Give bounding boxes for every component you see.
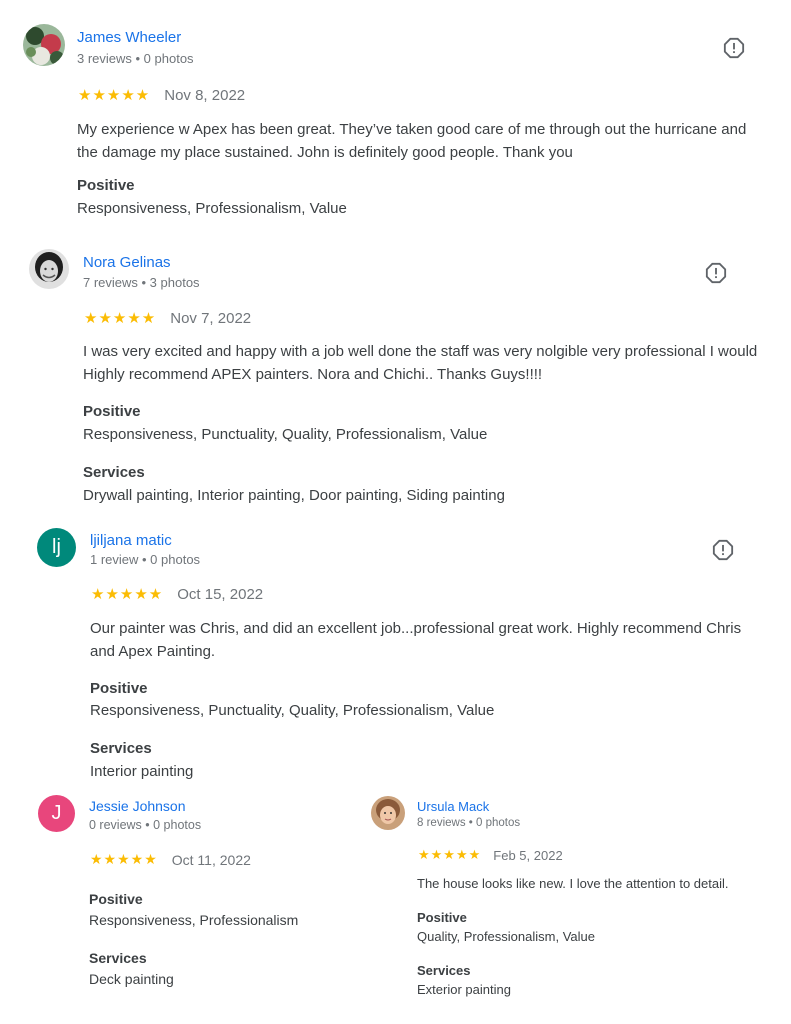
reviewer-avatar[interactable]	[23, 24, 65, 66]
rating-row: ★★★★★ Nov 7, 2022	[84, 309, 252, 328]
review-date: Nov 7, 2022	[170, 309, 252, 327]
positive-label: Positive	[90, 680, 148, 697]
reviewer-meta: 0 reviews • 0 photos	[89, 818, 202, 832]
review-card: lj ljiljana matic 1 review • 0 photos ★★…	[37, 528, 763, 788]
positive-attributes: Quality, Professionalism, Value	[417, 929, 595, 944]
services-list: Deck painting	[89, 971, 174, 987]
review-card: Ursula Mack 8 reviews • 0 photos ★★★★★ F…	[371, 796, 771, 1006]
review-text: My experience w Apex has been great. The…	[77, 121, 747, 161]
review-text: The house looks like new. I love the att…	[417, 876, 729, 891]
rating-row: ★★★★★ Oct 15, 2022	[91, 585, 264, 604]
review-date: Oct 11, 2022	[171, 851, 251, 868]
review-card: Nora Gelinas 7 reviews • 3 photos ★★★★★ …	[29, 249, 763, 509]
positive-attributes: Responsiveness, Punctuality, Quality, Pr…	[90, 702, 495, 719]
photo-avatar-icon	[29, 249, 69, 289]
services-list: Drywall painting, Interior painting, Doo…	[83, 487, 505, 504]
star-rating: ★★★★★	[84, 310, 157, 327]
rating-row: ★★★★★ Nov 8, 2022	[78, 86, 246, 105]
reviewer-name[interactable]: Jessie Johnson	[89, 798, 186, 814]
review-date: Oct 15, 2022	[177, 585, 264, 603]
report-review-button[interactable]	[705, 262, 727, 284]
avatar-initial: lj	[52, 536, 61, 558]
positive-attributes: Responsiveness, Professionalism	[89, 912, 299, 928]
reviewer-avatar[interactable]: J	[38, 795, 75, 832]
reviewer-avatar[interactable]: lj	[37, 528, 76, 567]
reviewer-avatar[interactable]	[29, 249, 69, 289]
report-flag-icon	[723, 37, 745, 59]
reviewer-meta: 8 reviews • 0 photos	[417, 817, 521, 829]
photo-avatar-icon	[371, 796, 405, 830]
review-card: J Jessie Johnson 0 reviews • 0 photos ★★…	[38, 795, 358, 995]
report-flag-icon	[712, 539, 734, 561]
positive-attributes: Responsiveness, Professionalism, Value	[77, 200, 347, 217]
services-label: Services	[90, 740, 152, 757]
reviewer-meta: 1 review • 0 photos	[90, 552, 201, 567]
positive-label: Positive	[89, 891, 143, 907]
positive-label: Positive	[83, 403, 141, 420]
reviewer-name[interactable]: Nora Gelinas	[83, 254, 171, 271]
avatar-initial: J	[51, 802, 62, 824]
review-text: Our painter was Chris, and did an excell…	[90, 620, 742, 660]
services-list: Interior painting	[90, 763, 194, 780]
review-date: Nov 8, 2022	[164, 86, 246, 104]
report-review-button[interactable]	[712, 539, 734, 561]
rating-row: ★★★★★ Feb 5, 2022	[418, 847, 563, 863]
positive-attributes: Responsiveness, Punctuality, Quality, Pr…	[83, 426, 488, 443]
services-label: Services	[83, 464, 145, 481]
positive-label: Positive	[77, 177, 135, 194]
reviewer-avatar[interactable]	[371, 796, 405, 830]
star-rating: ★★★★★	[90, 851, 158, 867]
report-review-button[interactable]	[723, 37, 745, 59]
services-list: Exterior painting	[417, 982, 511, 997]
report-flag-icon	[705, 262, 727, 284]
star-rating: ★★★★★	[418, 847, 482, 862]
reviewer-name[interactable]: James Wheeler	[77, 29, 181, 46]
review-card: James Wheeler 3 reviews • 0 photos ★★★★★…	[23, 24, 763, 224]
reviewer-meta: 3 reviews • 0 photos	[77, 51, 194, 66]
photo-avatar-icon	[23, 24, 65, 66]
review-date: Feb 5, 2022	[493, 847, 563, 863]
star-rating: ★★★★★	[78, 87, 151, 104]
star-rating: ★★★★★	[91, 586, 164, 603]
services-label: Services	[417, 963, 471, 978]
review-text: I was very excited and happy with a job …	[83, 343, 758, 383]
rating-row: ★★★★★ Oct 11, 2022	[90, 851, 251, 868]
reviewer-meta: 7 reviews • 3 photos	[83, 275, 200, 290]
reviewer-name[interactable]: Ursula Mack	[417, 799, 489, 814]
positive-label: Positive	[417, 910, 467, 925]
reviewer-name[interactable]: ljiljana matic	[90, 532, 172, 549]
services-label: Services	[89, 950, 147, 966]
